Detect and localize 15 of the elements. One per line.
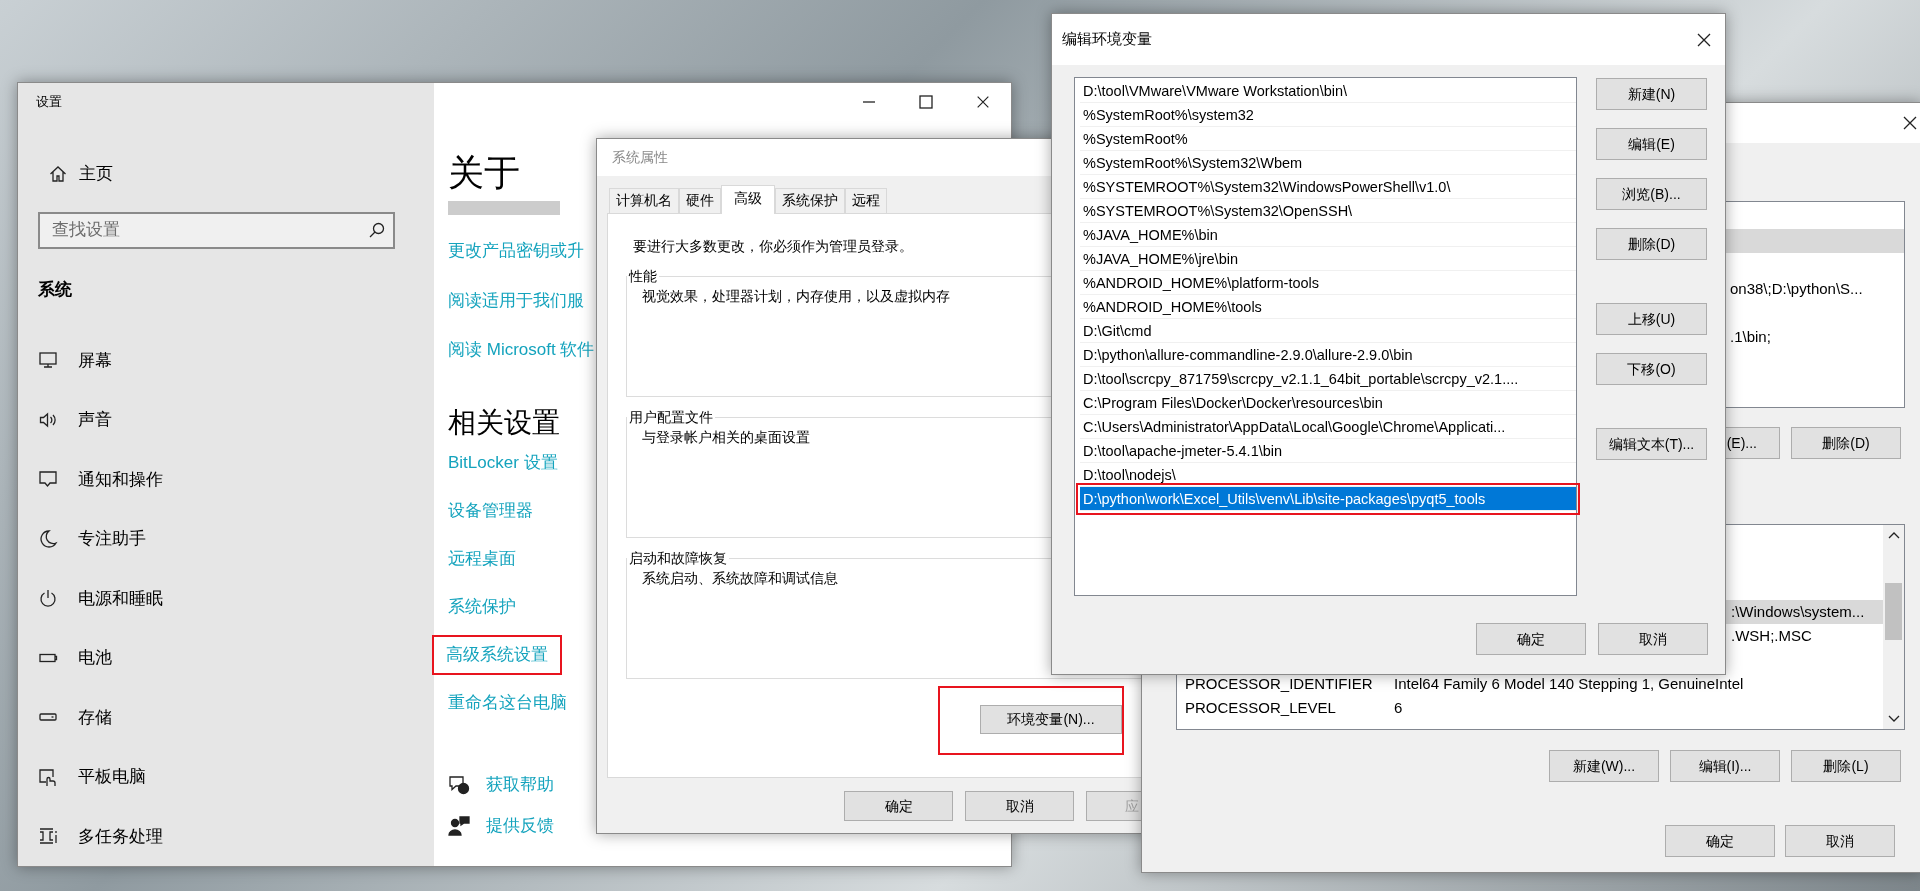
variable-name: PROCESSOR_LEVEL — [1184, 698, 1337, 718]
variable-value: :\Windows\system... — [1731, 602, 1865, 622]
variable-name: PROCESSOR_IDENTIFIER — [1184, 674, 1374, 694]
section-heading: 相关设置 — [448, 406, 560, 440]
group-title: 性能 — [627, 266, 659, 286]
group-title: 启动和故障恢复 — [627, 548, 729, 568]
variable-value: 6 — [1394, 698, 1403, 718]
group-description: 系统启动、系统故障和调试信息 — [641, 569, 839, 588]
page-title: 关于 — [448, 151, 520, 195]
variable-value: .1\bin; — [1730, 327, 1771, 347]
window-title: 编辑环境变量 — [1062, 29, 1152, 50]
variable-value: Intel64 Family 6 Model 140 Stepping 1, GenuineIntel — [1394, 674, 1744, 694]
window-title: 设置 — [35, 93, 63, 111]
section-heading: 系统 — [38, 278, 73, 301]
group-title: 用户配置文件 — [627, 407, 715, 427]
